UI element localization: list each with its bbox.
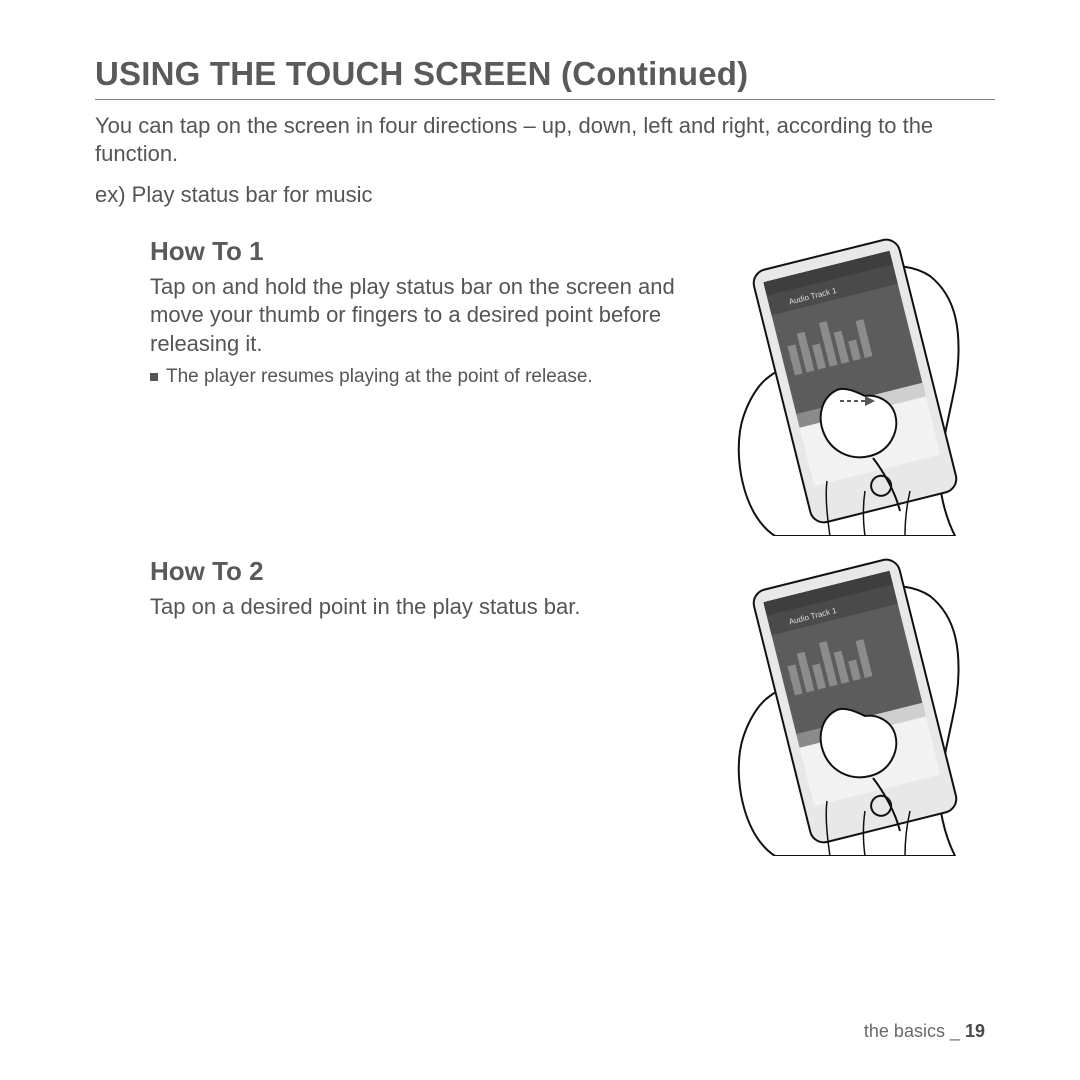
footer-section: the basics _ xyxy=(864,1021,965,1041)
intro-text: You can tap on the screen in four direct… xyxy=(95,112,995,168)
howto-1-body: Tap on and hold the play status bar on t… xyxy=(95,273,690,357)
example-text: ex) Play status bar for music xyxy=(95,182,995,208)
howto-1-section: How To 1 Tap on and hold the play status… xyxy=(95,236,995,536)
illustration-1: Audio Track 1 xyxy=(715,236,995,536)
illustration-2: Audio Track 1 xyxy=(715,556,995,856)
page-footer: the basics _ 19 xyxy=(864,1021,985,1042)
footer-page-number: 19 xyxy=(965,1021,985,1041)
bullet-square-icon xyxy=(150,373,158,381)
page-title: USING THE TOUCH SCREEN (Continued) xyxy=(95,55,995,100)
howto-2-body: Tap on a desired point in the play statu… xyxy=(95,593,690,621)
howto-1-bullet: The player resumes playing at the point … xyxy=(95,366,710,388)
howto-1-bullet-text: The player resumes playing at the point … xyxy=(166,366,593,388)
howto-2-section: How To 2 Tap on a desired point in the p… xyxy=(95,556,995,856)
